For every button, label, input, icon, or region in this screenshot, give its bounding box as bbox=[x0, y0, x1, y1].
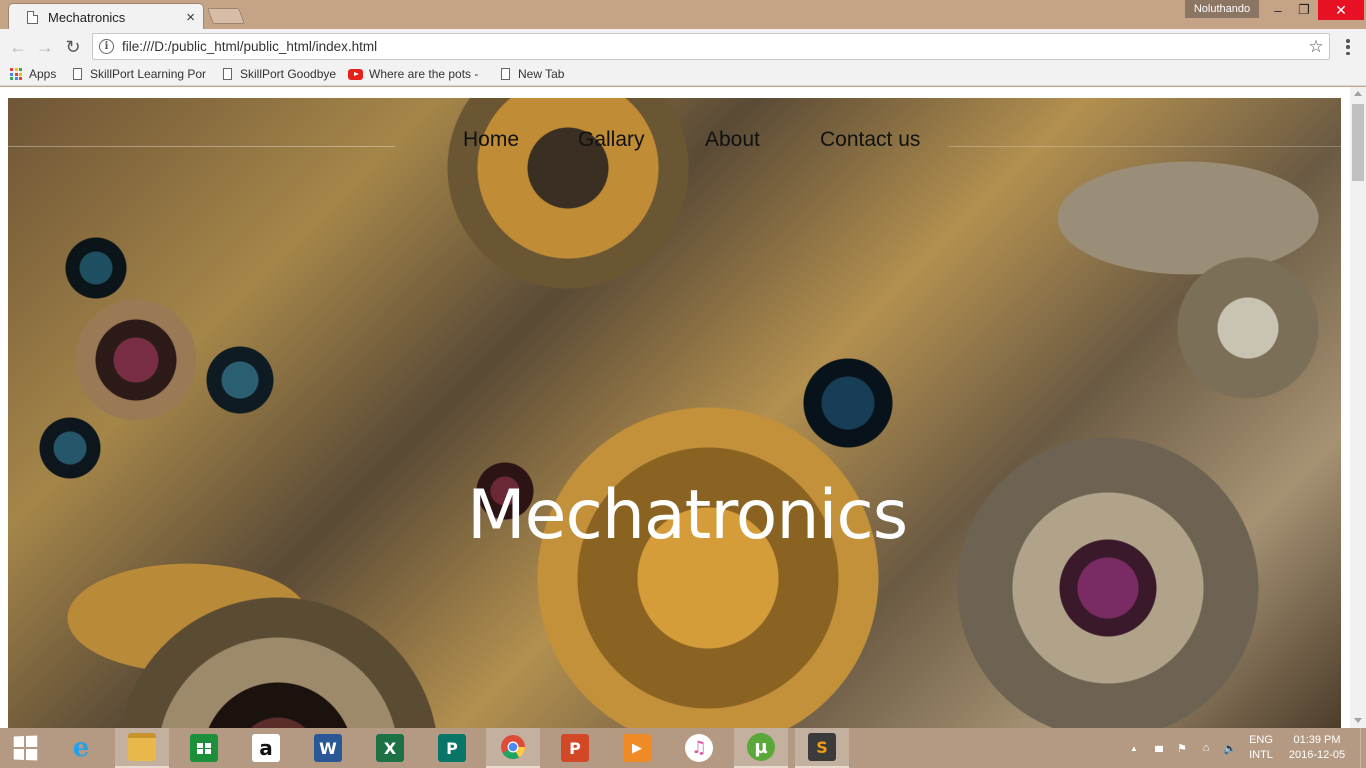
media-player-icon: ▶ bbox=[623, 734, 651, 762]
restore-button[interactable]: ❐ bbox=[1292, 0, 1316, 20]
power-icon[interactable]: ⌂ bbox=[1198, 741, 1214, 755]
apps-grid-icon bbox=[10, 68, 22, 80]
site-nav: Home Gallary About Contact us bbox=[8, 128, 1341, 158]
taskbar-sublime-text[interactable]: S bbox=[795, 728, 849, 768]
nav-link-about[interactable]: About bbox=[705, 128, 760, 152]
url-text[interactable]: file:///D:/public_html/public_html/index… bbox=[122, 39, 1303, 54]
publisher-icon: P bbox=[438, 734, 466, 762]
scroll-thumb[interactable] bbox=[1352, 104, 1364, 181]
bookmarks-bar: Apps SkillPort Learning Por SkillPort Go… bbox=[0, 64, 1366, 86]
language-indicator[interactable]: ENG INTL bbox=[1244, 733, 1278, 763]
action-center-icon[interactable]: ⚑ bbox=[1174, 741, 1190, 755]
scroll-up-icon[interactable] bbox=[1354, 91, 1362, 96]
chrome-icon bbox=[499, 733, 527, 761]
taskbar-store[interactable] bbox=[177, 728, 231, 768]
show-hidden-icons-icon[interactable]: ▲ bbox=[1126, 741, 1142, 755]
language-code: ENG bbox=[1249, 734, 1273, 746]
file-explorer-icon bbox=[128, 733, 156, 761]
amazon-icon: a bbox=[252, 734, 280, 762]
taskbar-publisher[interactable]: P bbox=[425, 728, 479, 768]
taskbar-media-player[interactable]: ▶ bbox=[610, 728, 664, 768]
forward-icon[interactable]: → bbox=[34, 36, 56, 58]
bookmark-star-icon[interactable]: ☆ bbox=[1303, 37, 1329, 57]
new-tab-button[interactable] bbox=[207, 8, 245, 24]
taskbar-file-explorer[interactable] bbox=[115, 728, 169, 768]
close-window-button[interactable]: ✕ bbox=[1318, 0, 1364, 20]
nav-link-contact[interactable]: Contact us bbox=[820, 128, 920, 152]
taskbar-amazon[interactable]: a bbox=[239, 728, 293, 768]
bookmark-apps[interactable]: Apps bbox=[10, 67, 56, 81]
powerpoint-icon: P bbox=[561, 734, 589, 762]
tab-close-icon[interactable]: × bbox=[186, 9, 195, 26]
page-icon bbox=[223, 68, 232, 80]
store-icon bbox=[190, 734, 218, 762]
sublime-text-icon: S bbox=[808, 733, 836, 761]
taskbar-powerpoint[interactable]: P bbox=[548, 728, 602, 768]
minimize-button[interactable]: – bbox=[1266, 0, 1290, 20]
taskbar-clock[interactable]: 01:39 PM 2016-12-05 bbox=[1286, 733, 1348, 763]
tab-mechatronics[interactable]: Mechatronics × bbox=[8, 3, 204, 30]
bookmark-label: New Tab bbox=[518, 67, 565, 81]
clock-time: 01:39 PM bbox=[1293, 734, 1341, 746]
address-bar[interactable]: i file:///D:/public_html/public_html/ind… bbox=[92, 33, 1330, 60]
reload-icon[interactable]: ↻ bbox=[62, 36, 84, 58]
system-tray: ▲ ▮▮▮ ⚑ ⌂ 🔈 bbox=[1122, 728, 1242, 768]
page-viewport: Home Gallary About Contact us Mechatroni… bbox=[0, 87, 1366, 728]
page-icon bbox=[27, 10, 38, 24]
back-icon[interactable]: ← bbox=[7, 36, 29, 58]
language-layout: INTL bbox=[1249, 749, 1273, 761]
page-icon bbox=[501, 68, 510, 80]
taskbar-word[interactable]: W bbox=[301, 728, 355, 768]
youtube-icon bbox=[348, 68, 363, 80]
hero-gears-background: Home Gallary About Contact us Mechatroni… bbox=[8, 98, 1341, 728]
page-scrollbar[interactable] bbox=[1350, 87, 1366, 728]
page-icon bbox=[73, 68, 82, 80]
bookmark-label: Apps bbox=[29, 67, 57, 81]
profile-button[interactable]: Noluthando bbox=[1185, 0, 1259, 18]
taskbar-excel[interactable]: X bbox=[363, 728, 417, 768]
utorrent-icon: µ bbox=[747, 733, 775, 761]
nav-link-gallary[interactable]: Gallary bbox=[578, 128, 645, 152]
browser-toolbar: ← → ↻ i file:///D:/public_html/public_ht… bbox=[0, 29, 1366, 64]
bookmark-label: Where are the pots - bbox=[369, 67, 479, 81]
clock-date: 2016-12-05 bbox=[1288, 749, 1346, 761]
network-signal-icon[interactable]: ▮▮▮ bbox=[1150, 741, 1166, 755]
nav-link-home[interactable]: Home bbox=[463, 128, 519, 152]
windows-taskbar: e a W X P P ▶ ♫ µ S ▲ ▮▮▮ ⚑ ⌂ 🔈 ENG INTL… bbox=[0, 728, 1366, 768]
title-bar: Mechatronics × Noluthando – ❐ ✕ bbox=[0, 0, 1366, 30]
bookmark-skillport-learning[interactable]: SkillPort Learning Por bbox=[73, 67, 208, 81]
excel-icon: X bbox=[376, 734, 404, 762]
hero-title: Mechatronics bbox=[467, 476, 908, 555]
tab-title: Mechatronics bbox=[48, 9, 126, 25]
windows-logo-icon bbox=[13, 735, 38, 761]
scroll-down-icon[interactable] bbox=[1354, 718, 1362, 723]
internet-explorer-icon: e bbox=[72, 733, 90, 763]
show-desktop-button[interactable] bbox=[1360, 728, 1366, 768]
start-button[interactable] bbox=[0, 728, 50, 768]
chrome-menu-icon[interactable] bbox=[1340, 37, 1356, 57]
taskbar-utorrent[interactable]: µ bbox=[734, 728, 788, 768]
info-icon[interactable]: i bbox=[99, 39, 114, 54]
taskbar-chrome[interactable] bbox=[486, 728, 540, 768]
taskbar-itunes[interactable]: ♫ bbox=[672, 728, 726, 768]
bookmark-label: SkillPort Learning Por bbox=[90, 67, 207, 81]
volume-icon[interactable]: 🔈 bbox=[1222, 741, 1238, 755]
bookmark-skillport-goodbye[interactable]: SkillPort Goodbye bbox=[223, 67, 336, 81]
bookmark-label: SkillPort Goodbye bbox=[240, 67, 337, 81]
bookmark-youtube[interactable]: Where are the pots - bbox=[348, 67, 484, 81]
bookmark-new-tab[interactable]: New Tab bbox=[501, 67, 564, 81]
taskbar-internet-explorer[interactable]: e bbox=[54, 728, 108, 768]
word-icon: W bbox=[314, 734, 342, 762]
itunes-icon: ♫ bbox=[685, 734, 713, 762]
